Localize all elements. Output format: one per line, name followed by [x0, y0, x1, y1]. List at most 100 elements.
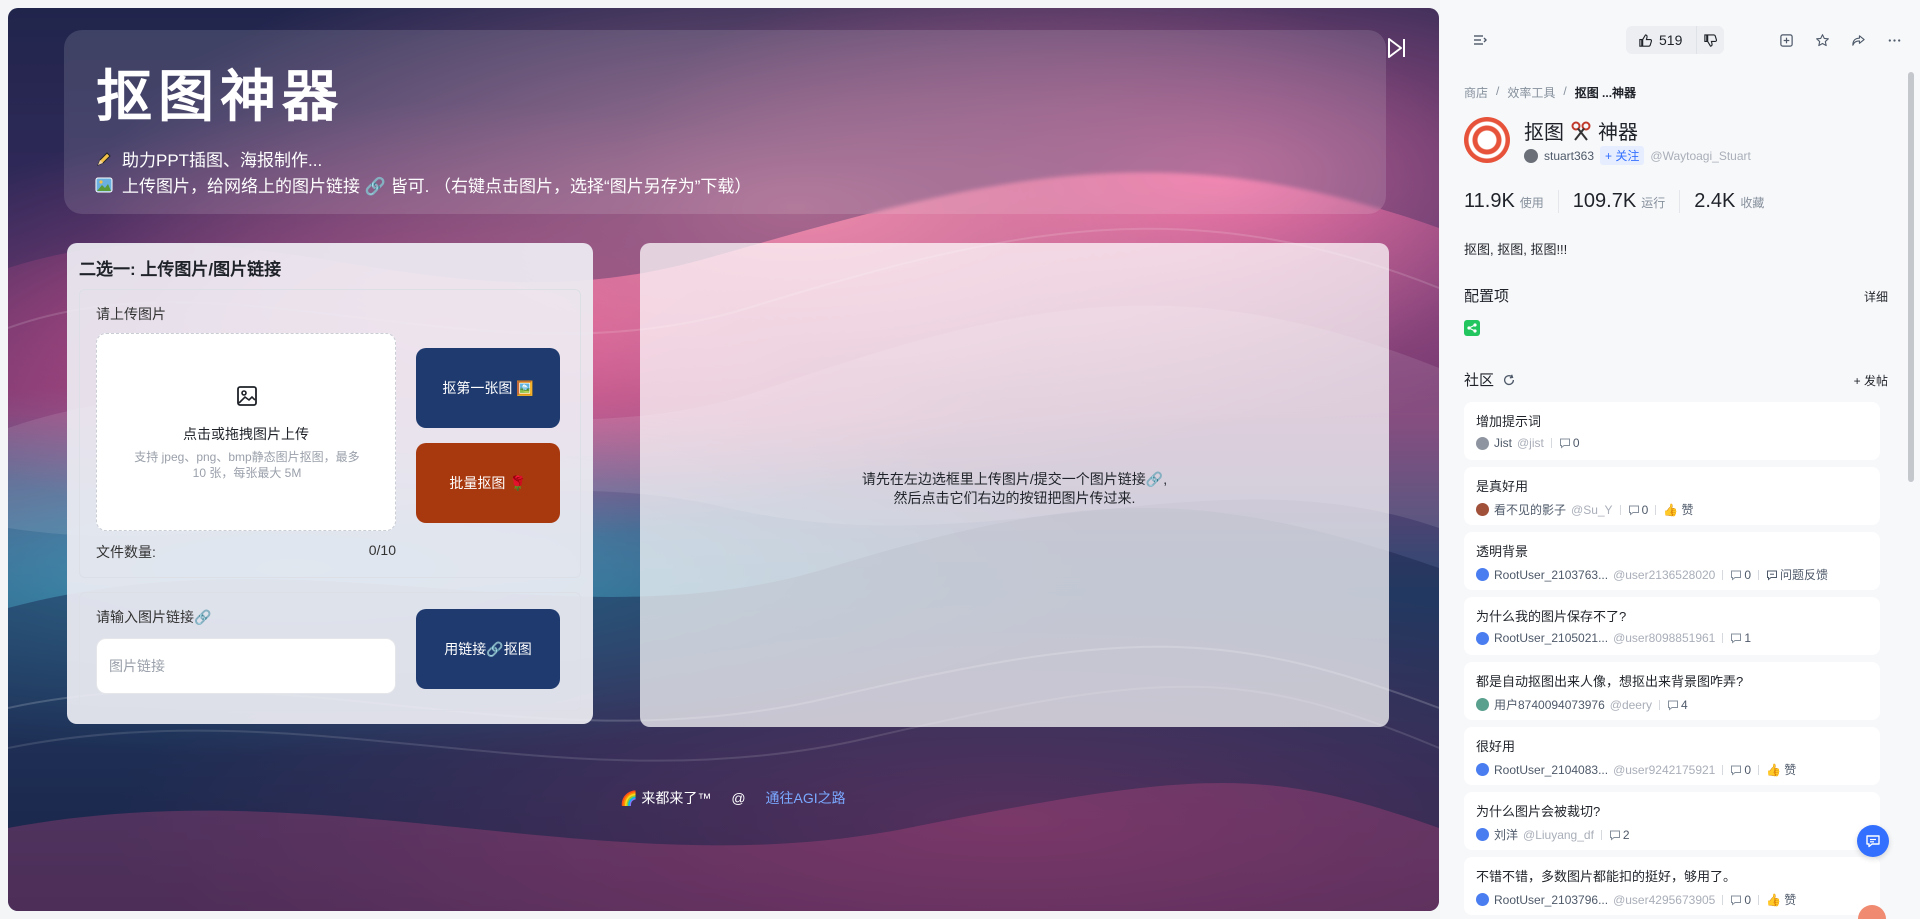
- user-avatar: [1476, 698, 1489, 711]
- post-comments: 0: [1730, 893, 1751, 907]
- post-user: RootUser_2104083...: [1494, 762, 1609, 777]
- input-card-heading: 二选一: 上传图片/图片链接: [79, 260, 282, 279]
- post-meta: 刘洋 @Liuyang_df 2: [1476, 826, 1630, 843]
- workflow-config-badge[interactable]: [1464, 320, 1480, 336]
- hero-line-1-text: 助力PPT插图、海报制作...: [122, 151, 323, 170]
- picture-icon: [94, 175, 114, 195]
- post-meta: RootUser_2103796... @user4295673905 0 👍 …: [1476, 891, 1796, 908]
- stat-uses-value: 11.9K: [1464, 190, 1515, 212]
- breadcrumb-category[interactable]: 效率工具: [1507, 84, 1555, 101]
- divider: [1758, 569, 1760, 580]
- result-message-line-2: 然后点击它们右边的按钮把图片传过来.: [893, 490, 1136, 506]
- cutout-first-button[interactable]: 抠第一张图 🖼️: [416, 348, 560, 428]
- post-handle: @jist: [1517, 436, 1544, 450]
- comment-icon: [1731, 765, 1742, 776]
- tool-name-part-1: 抠图: [1524, 122, 1564, 144]
- file-count-value: 0/10: [368, 542, 396, 558]
- collapse-panel-button[interactable]: [1466, 26, 1494, 54]
- file-count-label: 文件数量:: [96, 544, 156, 560]
- community-post[interactable]: 透明背景 RootUser_2103763... @user2136528020…: [1464, 532, 1880, 590]
- hero-panel: 抠图神器 助力PPT插图、海报制作... 上传图片，给网络上的图片链接 🔗 皆可…: [64, 30, 1386, 214]
- post-title: 增加提示词: [1476, 414, 1542, 429]
- stat-uses: 11.9K 使用: [1464, 190, 1559, 213]
- divider: [1722, 894, 1724, 905]
- like-button[interactable]: 519: [1626, 26, 1696, 54]
- hero-line-2: 上传图片，给网络上的图片链接 🔗 皆可. （右键点击图片，选择“图片另存为”下载…: [94, 172, 751, 197]
- app: 抠图神器 助力PPT插图、海报制作... 上传图片，给网络上的图片链接 🔗 皆可…: [0, 0, 1920, 919]
- add-button[interactable]: [1772, 26, 1800, 54]
- upload-dropzone[interactable]: 点击或拖拽图片上传 支持 jpeg、png、bmp静态图片抠图，最多 10 张，…: [96, 333, 396, 531]
- refresh-icon[interactable]: [1502, 373, 1516, 387]
- community-post[interactable]: 是真好用 看不见的影子 @Su_Y 0 👍 赞: [1464, 467, 1880, 525]
- image-url-input[interactable]: [96, 638, 396, 694]
- batch-cutout-button[interactable]: 批量抠图 🌹: [416, 443, 560, 523]
- community-post[interactable]: 增加提示词 Jist @jist 0: [1464, 402, 1880, 460]
- community-post[interactable]: 不错不错，多数图片都能扣的挺好，够用了。 RootUser_2103796...…: [1464, 857, 1880, 915]
- config-detail-button[interactable]: 详细: [1864, 288, 1888, 305]
- post-title: 是真好用: [1476, 479, 1529, 494]
- community-title-text: 社区: [1464, 372, 1495, 389]
- app-canvas: 抠图神器 助力PPT插图、海报制作... 上传图片，给网络上的图片链接 🔗 皆可…: [8, 8, 1439, 911]
- divider: [1619, 504, 1621, 515]
- post-user: 刘洋: [1494, 828, 1519, 842]
- community-post[interactable]: 为什么图片会被裁切? 刘洋 @Liuyang_df 2: [1464, 792, 1880, 850]
- comment-icon: [1559, 438, 1570, 449]
- footer-link[interactable]: 通往AGI之路: [766, 788, 846, 808]
- author-name[interactable]: stuart363: [1544, 149, 1594, 163]
- new-post-button[interactable]: + 发帖: [1854, 372, 1888, 389]
- post-tag: 问题反馈: [1766, 566, 1828, 583]
- post-comments: 0: [1730, 568, 1751, 582]
- breadcrumb-store[interactable]: 商店: [1464, 84, 1488, 101]
- favorite-button[interactable]: [1808, 26, 1836, 54]
- thumbs-down-icon: [1704, 33, 1718, 47]
- post-comments: 4: [1667, 698, 1688, 712]
- like-count: 519: [1659, 32, 1683, 48]
- post-comments: 1: [1730, 631, 1751, 645]
- divider: [1722, 633, 1724, 643]
- divider: [1655, 504, 1657, 515]
- config-title: 配置项: [1464, 285, 1509, 306]
- post-comments: 0: [1730, 763, 1751, 777]
- user-avatar: [1476, 763, 1489, 776]
- skip-forward-button[interactable]: [1380, 32, 1412, 64]
- user-avatar: [1476, 503, 1489, 516]
- star-icon: [1815, 33, 1829, 46]
- post-title: 为什么图片会被裁切?: [1476, 804, 1601, 819]
- comment-icon: [1609, 830, 1620, 841]
- scissors-icon: [1571, 121, 1591, 141]
- tool-description: 抠图, 抠图, 抠图!!!: [1464, 242, 1568, 257]
- page-title: 抠图神器: [96, 65, 344, 128]
- feedback-icon: [1767, 570, 1778, 581]
- stat-runs-label: 运行: [1641, 196, 1666, 210]
- comment-icon: [1731, 570, 1742, 581]
- user-avatar: [1476, 893, 1489, 906]
- add-square-icon: [1779, 33, 1793, 47]
- community-post[interactable]: 很好用 RootUser_2104083... @user9242175921 …: [1464, 727, 1880, 785]
- breadcrumb-current: 抠图 ...神器: [1574, 86, 1637, 100]
- community-post[interactable]: 为什么我的图片保存不了? RootUser_2105021... @user80…: [1464, 597, 1880, 655]
- skip-forward-icon: [1388, 38, 1405, 58]
- post-meta: RootUser_2103763... @user2136528020 0 问题…: [1476, 566, 1828, 583]
- follow-button[interactable]: + 关注: [1600, 146, 1645, 165]
- chat-icon: [1866, 835, 1880, 848]
- like-control: 519: [1626, 26, 1724, 54]
- post-user: 看不见的影子: [1494, 503, 1567, 517]
- dislike-button[interactable]: [1696, 26, 1724, 54]
- cutout-by-url-button[interactable]: 用链接🔗抠图: [416, 609, 560, 689]
- breadcrumb: 商店 / 效率工具 / 抠图 ...神器: [1464, 84, 1636, 101]
- share-button[interactable]: [1844, 26, 1872, 54]
- more-button[interactable]: [1880, 26, 1908, 54]
- post-tag: 👍 赞: [1766, 893, 1797, 907]
- chat-button[interactable]: [1857, 825, 1889, 857]
- share-icon: [1851, 34, 1865, 46]
- post-handle: @user8098851961: [1613, 631, 1716, 645]
- post-comment-count: 0: [1744, 567, 1752, 582]
- details-panel: 519 商店 / 效率工具 / 抠图 ...神器 抠图 神器 stuart363…: [1440, 0, 1920, 919]
- post-title: 很好用: [1476, 739, 1516, 754]
- panel-toolbar: 519: [1440, 24, 1920, 56]
- panel-scrollbar[interactable]: [1908, 72, 1914, 482]
- result-placeholder: 请先在左边选框里上传图片/提交一个图片链接🔗, 然后点击它们右边的按钮把图片传过…: [640, 470, 1389, 508]
- post-meta: RootUser_2104083... @user9242175921 0 👍 …: [1476, 761, 1796, 778]
- post-user: RootUser_2103796...: [1494, 892, 1609, 907]
- community-post[interactable]: 都是自动抠图出来人像，想抠出来背景图咋弄? 用户8740094073976 @d…: [1464, 662, 1880, 720]
